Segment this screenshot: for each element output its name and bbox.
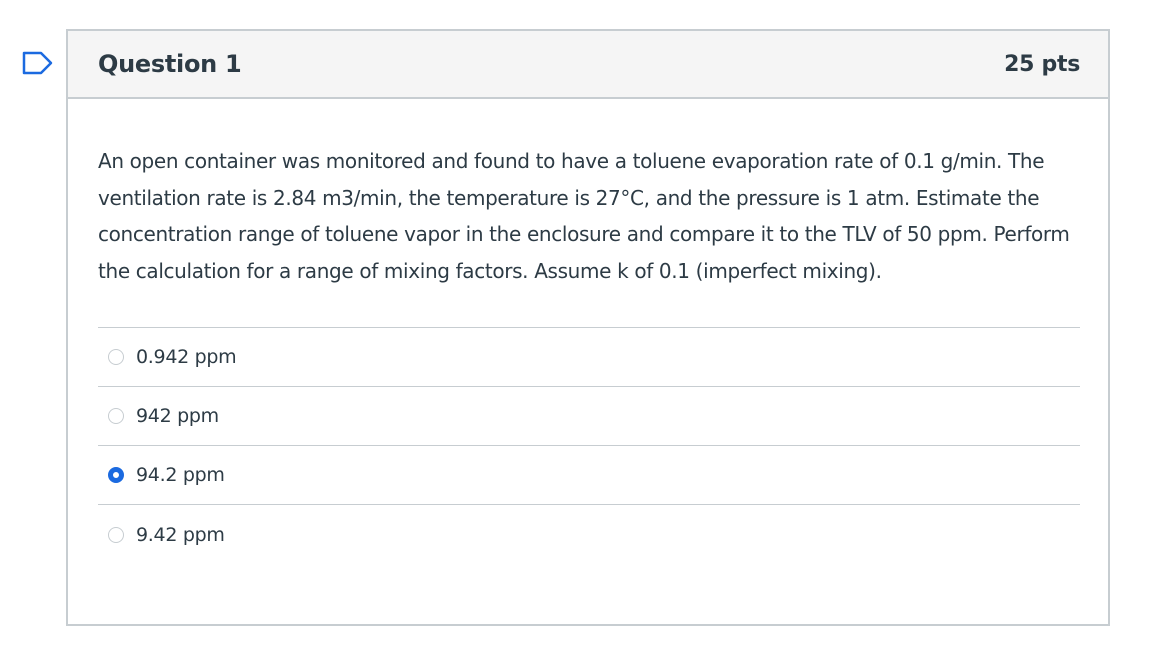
radio-button[interactable] xyxy=(108,349,124,365)
radio-button[interactable] xyxy=(108,467,124,483)
question-body: An open container was monitored and foun… xyxy=(68,99,1108,564)
question-text: An open container was monitored and foun… xyxy=(98,149,1070,283)
question-title: Question 1 xyxy=(98,50,242,78)
radio-button[interactable] xyxy=(108,526,124,543)
answer-label: 9.42 ppm xyxy=(136,523,225,546)
answer-option[interactable]: 94.2 ppm xyxy=(98,446,1080,505)
answer-label: 0.942 ppm xyxy=(136,346,237,368)
radio-button[interactable] xyxy=(108,408,124,424)
answer-label: 942 ppm xyxy=(136,405,219,427)
answer-option[interactable]: 0.942 ppm xyxy=(98,328,1080,387)
answer-option[interactable]: 942 ppm xyxy=(98,387,1080,446)
answer-label: 94.2 ppm xyxy=(136,464,225,486)
answer-list: 0.942 ppm 942 ppm 94.2 ppm 9.42 ppm xyxy=(98,327,1080,564)
question-card: Question 1 25 pts An open container was … xyxy=(66,29,1110,626)
answer-option[interactable]: 9.42 ppm xyxy=(98,505,1080,564)
question-points: 25 pts xyxy=(1004,51,1080,77)
question-header: Question 1 25 pts xyxy=(68,31,1108,99)
flag-question-icon[interactable] xyxy=(22,51,54,75)
